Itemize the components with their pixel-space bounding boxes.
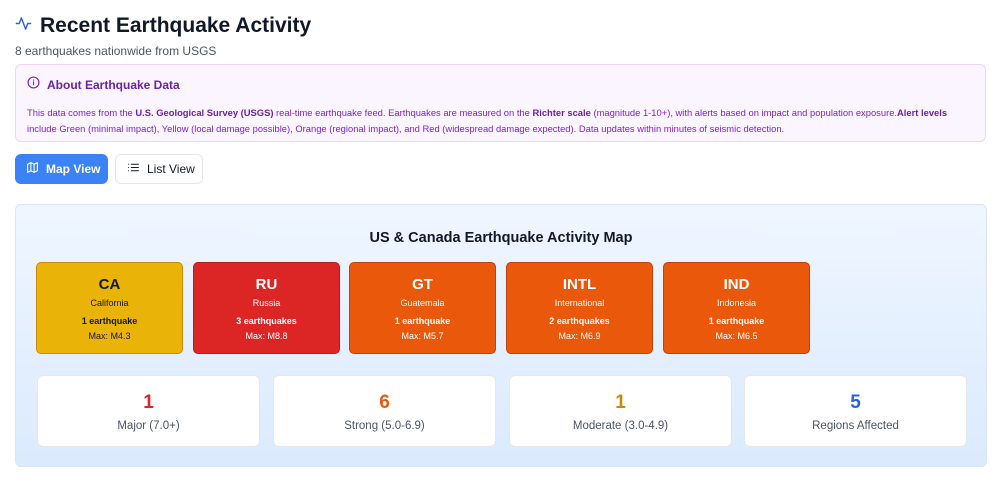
info-text-part: include Green (minimal impact), Yellow (… (27, 123, 785, 134)
stat-value: 1 (143, 392, 154, 413)
stat-value: 1 (615, 392, 626, 413)
map-view-label: Map View (46, 162, 101, 176)
region-card-gt[interactable]: GT Guatemala 1 earthquake Max: M5.7 (349, 262, 496, 354)
region-max-magnitude: Max: M6.5 (715, 331, 758, 341)
region-code: CA (98, 276, 121, 293)
region-max-magnitude: Max: M5.7 (401, 331, 444, 341)
info-text-part: (magnitude 1-10+), with alerts based on … (590, 107, 898, 118)
info-title: About Earthquake Data (47, 78, 180, 92)
stat-card-moderate: 1 Moderate (3.0-4.9) (509, 375, 732, 447)
map-title: US & Canada Earthquake Activity Map (369, 230, 633, 246)
region-name: Indonesia (716, 298, 757, 308)
title-row: Recent Earthquake Activity (15, 14, 311, 38)
stat-label: Moderate (3.0-4.9) (572, 420, 669, 432)
stat-label: Strong (5.0-6.9) (344, 420, 425, 432)
page-subtitle: 8 earthquakes nationwide from USGS (15, 44, 217, 58)
info-bold-alert-levels: Alert levels (897, 107, 948, 118)
region-count: 1 earthquake (394, 316, 451, 326)
region-code: GT (412, 276, 433, 293)
region-code: RU (255, 276, 278, 293)
activity-icon (15, 15, 32, 37)
stat-value: 5 (850, 392, 861, 413)
list-view-label: List View (147, 162, 195, 176)
region-name: International (554, 298, 605, 308)
page-title: Recent Earthquake Activity (40, 14, 312, 37)
map-icon (26, 161, 39, 177)
list-view-button[interactable]: List View (115, 154, 203, 184)
info-icon (27, 76, 40, 94)
map-view-button[interactable]: Map View (15, 154, 108, 184)
region-card-ca[interactable]: CA California 1 earthquake Max: M4.3 (36, 262, 183, 354)
region-name: Russia (252, 298, 281, 308)
stat-label: Major (7.0+) (117, 420, 180, 432)
page-header: Recent Earthquake Activity 8 earthquakes… (15, 14, 311, 58)
list-icon (127, 161, 140, 177)
region-card-intl[interactable]: INTL International 2 earthquakes Max: M6… (506, 262, 653, 354)
region-name: California (90, 298, 129, 308)
info-bold-richter: Richter scale (532, 107, 591, 118)
about-info-box: About Earthquake Data This data comes fr… (15, 64, 986, 142)
earthquake-map-panel: US & Canada Earthquake Activity Map CA C… (15, 204, 987, 467)
region-code: IND (723, 276, 750, 293)
region-max-magnitude: Max: M4.3 (88, 331, 131, 341)
region-name: Guatemala (400, 298, 445, 308)
region-code: INTL (562, 276, 597, 293)
region-card-ind[interactable]: IND Indonesia 1 earthquake Max: M6.5 (663, 262, 810, 354)
stat-value: 6 (379, 392, 390, 413)
region-count: 2 earthquakes (549, 316, 610, 326)
stat-card-major: 1 Major (7.0+) (37, 375, 260, 447)
stat-card-regions: 5 Regions Affected (744, 375, 967, 447)
info-text-part: This data comes from the (27, 107, 136, 118)
info-text: This data comes from the U.S. Geological… (27, 105, 974, 137)
region-max-magnitude: Max: M8.8 (245, 331, 288, 341)
stat-card-strong: 6 Strong (5.0-6.9) (273, 375, 496, 447)
region-card-ru[interactable]: RU Russia 3 earthquakes Max: M8.8 (193, 262, 340, 354)
region-count: 3 earthquakes (236, 316, 297, 326)
info-bold-usgs: U.S. Geological Survey (USGS) (135, 107, 274, 118)
info-header: About Earthquake Data (27, 76, 974, 94)
stat-label: Regions Affected (812, 420, 899, 432)
region-max-magnitude: Max: M6.9 (558, 331, 601, 341)
info-text-part: real-time earthquake feed. Earthquakes a… (273, 107, 533, 118)
region-count: 1 earthquake (81, 316, 138, 326)
region-count: 1 earthquake (708, 316, 765, 326)
